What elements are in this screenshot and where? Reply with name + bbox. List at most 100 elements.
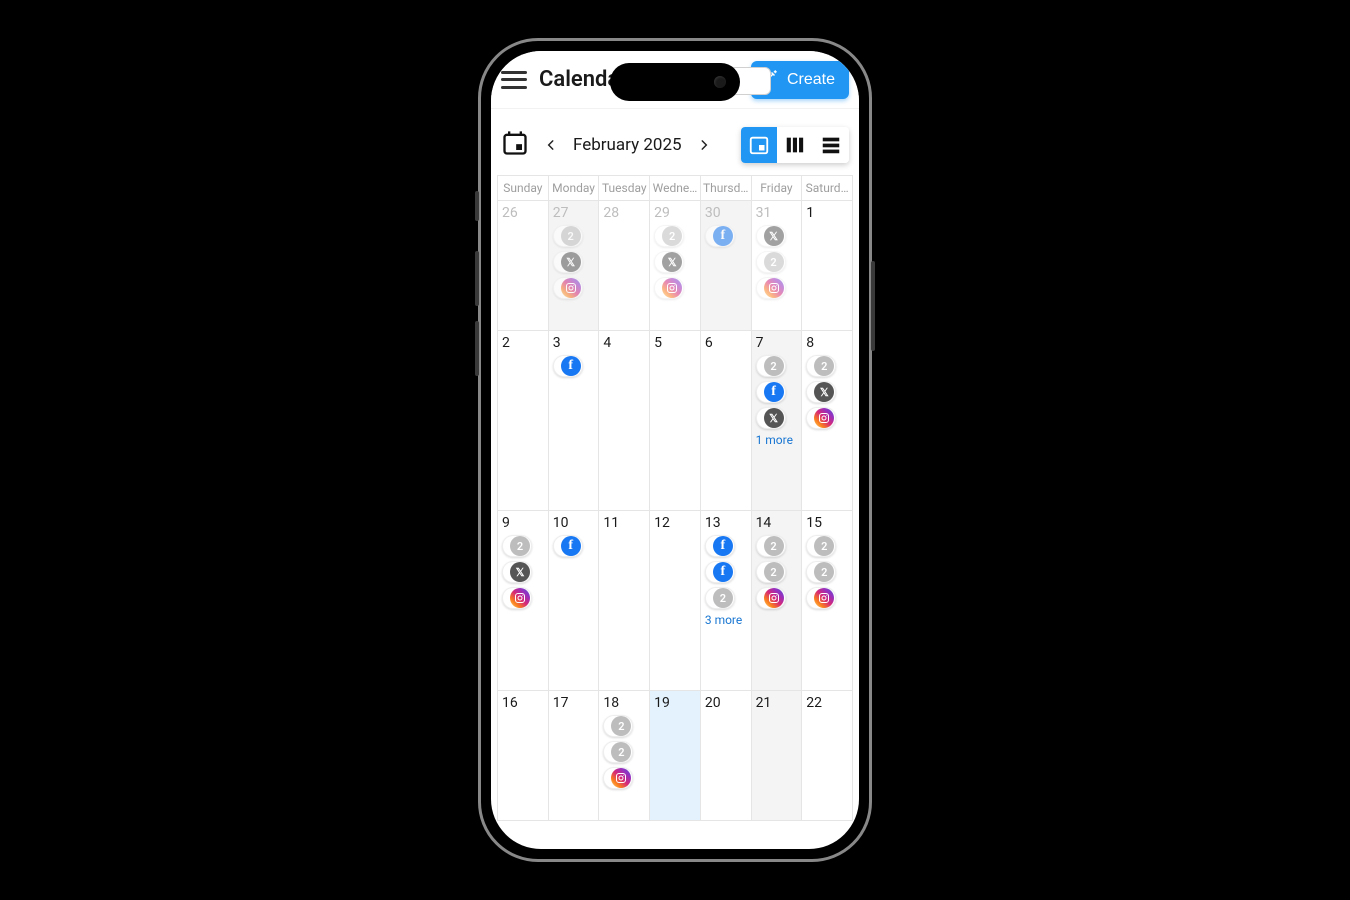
post-chip[interactable]: 2 bbox=[603, 741, 633, 763]
post-chip[interactable] bbox=[756, 587, 786, 609]
calendar-day[interactable]: 21 bbox=[752, 691, 803, 821]
post-chip[interactable]: f bbox=[553, 535, 583, 557]
day-number: 15 bbox=[806, 515, 848, 531]
day-number: 28 bbox=[603, 205, 645, 221]
post-chip[interactable]: 2 bbox=[756, 561, 786, 583]
day-number: 13 bbox=[705, 515, 747, 531]
post-chip[interactable]: 2 bbox=[603, 715, 633, 737]
post-chip[interactable]: 𝕏 bbox=[806, 381, 836, 403]
day-number: 30 bbox=[705, 205, 747, 221]
calendar-day[interactable]: 2 bbox=[498, 331, 549, 511]
post-chip[interactable]: 2 bbox=[806, 355, 836, 377]
post-chip[interactable] bbox=[806, 407, 836, 429]
date-picker-icon[interactable] bbox=[501, 129, 529, 161]
post-chip[interactable] bbox=[806, 587, 836, 609]
calendar-day[interactable]: 31𝕏2 bbox=[752, 201, 803, 331]
post-chip[interactable]: 2 bbox=[756, 355, 786, 377]
dynamic-island bbox=[610, 63, 740, 101]
post-chip[interactable]: 2 bbox=[806, 535, 836, 557]
month-label[interactable]: February 2025 bbox=[573, 135, 682, 155]
calendar-day[interactable]: 5 bbox=[650, 331, 701, 511]
calendar-day[interactable]: 11 bbox=[599, 511, 650, 691]
calendar-body: 26272𝕏28292𝕏30f31𝕏2123f45672f𝕏1 more82𝕏9… bbox=[497, 201, 853, 821]
post-chip[interactable]: 𝕏 bbox=[553, 251, 583, 273]
post-chip[interactable]: f bbox=[553, 355, 583, 377]
post-chip[interactable]: 2 bbox=[654, 225, 684, 247]
instagram-icon bbox=[662, 278, 682, 298]
post-chip[interactable] bbox=[553, 277, 583, 299]
calendar-day[interactable]: 92𝕏 bbox=[498, 511, 549, 691]
more-link[interactable]: 1 more bbox=[756, 433, 798, 447]
calendar-day[interactable]: 1522 bbox=[802, 511, 853, 691]
view-switcher bbox=[741, 127, 849, 163]
prev-month-button[interactable] bbox=[539, 133, 563, 157]
post-chip[interactable]: f bbox=[705, 535, 735, 557]
post-chip[interactable]: 2 bbox=[806, 561, 836, 583]
day-number: 26 bbox=[502, 205, 544, 221]
post-chip[interactable] bbox=[756, 277, 786, 299]
next-month-button[interactable] bbox=[692, 133, 716, 157]
calendar-day[interactable]: 17 bbox=[549, 691, 600, 821]
post-chip[interactable] bbox=[654, 277, 684, 299]
post-chip[interactable] bbox=[603, 767, 633, 789]
instagram-icon bbox=[764, 278, 784, 298]
more-link[interactable]: 3 more bbox=[705, 613, 747, 627]
day-number: 22 bbox=[806, 695, 848, 711]
day-number: 16 bbox=[502, 695, 544, 711]
count-badge: 2 bbox=[713, 588, 733, 608]
post-chip[interactable]: 2 bbox=[756, 535, 786, 557]
post-chip[interactable]: f bbox=[705, 225, 735, 247]
weekday-header: Monday bbox=[549, 176, 600, 201]
post-chip[interactable]: f bbox=[705, 561, 735, 583]
menu-icon[interactable] bbox=[501, 70, 527, 90]
post-chip[interactable]: 2 bbox=[756, 251, 786, 273]
calendar-day[interactable]: 22 bbox=[802, 691, 853, 821]
day-number: 1 bbox=[806, 205, 848, 221]
count-badge: 2 bbox=[611, 742, 631, 762]
calendar-day[interactable]: 72f𝕏1 more bbox=[752, 331, 803, 511]
month-view-button[interactable] bbox=[741, 127, 777, 163]
post-chip[interactable]: 𝕏 bbox=[502, 561, 532, 583]
calendar-day[interactable]: 1 bbox=[802, 201, 853, 331]
post-chip[interactable]: 𝕏 bbox=[654, 251, 684, 273]
list-view-button[interactable] bbox=[813, 127, 849, 163]
calendar-day[interactable]: 4 bbox=[599, 331, 650, 511]
facebook-icon: f bbox=[713, 226, 733, 246]
calendar-day[interactable]: 1422 bbox=[752, 511, 803, 691]
instagram-icon bbox=[814, 588, 834, 608]
calendar-day[interactable]: 292𝕏 bbox=[650, 201, 701, 331]
post-chip[interactable] bbox=[502, 587, 532, 609]
calendar-day[interactable]: 19 bbox=[650, 691, 701, 821]
post-chip[interactable]: 2 bbox=[553, 225, 583, 247]
phone-screen: Calendar Create bbox=[491, 51, 859, 849]
calendar-day[interactable]: 26 bbox=[498, 201, 549, 331]
calendar-day[interactable]: 3f bbox=[549, 331, 600, 511]
calendar-day[interactable]: 82𝕏 bbox=[802, 331, 853, 511]
calendar-day[interactable]: 272𝕏 bbox=[549, 201, 600, 331]
calendar-day[interactable]: 13 ff 2 3 more bbox=[701, 511, 752, 691]
instagram-icon bbox=[510, 588, 530, 608]
week-view-button[interactable] bbox=[777, 127, 813, 163]
calendar-day[interactable]: 6 bbox=[701, 331, 752, 511]
count-badge: 2 bbox=[764, 356, 784, 376]
post-chip[interactable]: 𝕏 bbox=[756, 407, 786, 429]
day-number: 20 bbox=[705, 695, 747, 711]
calendar-day[interactable]: 20 bbox=[701, 691, 752, 821]
calendar-day[interactable]: 10f bbox=[549, 511, 600, 691]
post-chip[interactable]: 2 bbox=[502, 535, 532, 557]
calendar-day[interactable]: 1822 bbox=[599, 691, 650, 821]
x-twitter-icon: 𝕏 bbox=[662, 252, 682, 272]
calendar-day[interactable]: 12 bbox=[650, 511, 701, 691]
instagram-icon bbox=[561, 278, 581, 298]
facebook-icon: f bbox=[561, 356, 581, 376]
post-chip[interactable]: f bbox=[756, 381, 786, 403]
day-number: 4 bbox=[603, 335, 645, 351]
facebook-icon: f bbox=[713, 536, 733, 556]
calendar-day[interactable]: 28 bbox=[599, 201, 650, 331]
calendar-day[interactable]: 30 f bbox=[701, 201, 752, 331]
instagram-icon bbox=[764, 588, 784, 608]
day-number: 6 bbox=[705, 335, 747, 351]
post-chip[interactable]: 𝕏 bbox=[756, 225, 786, 247]
calendar-day[interactable]: 16 bbox=[498, 691, 549, 821]
post-chip[interactable]: 2 bbox=[705, 587, 735, 609]
